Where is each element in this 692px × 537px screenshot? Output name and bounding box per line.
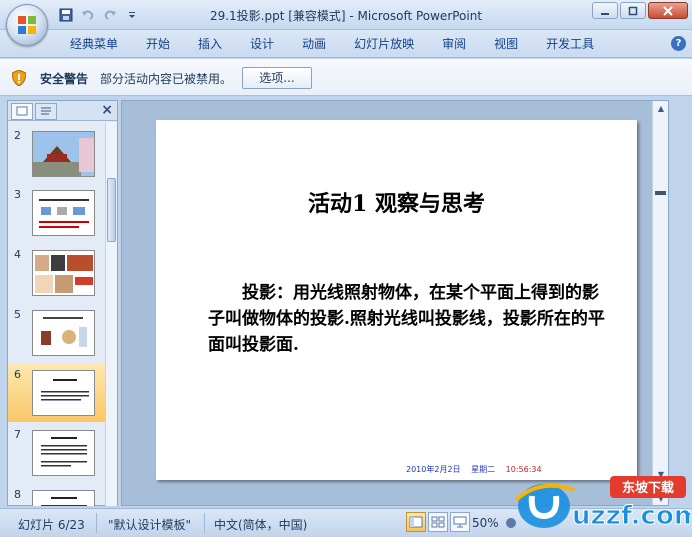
slide-preview <box>32 131 95 177</box>
normal-view-button[interactable] <box>406 512 426 532</box>
slide-number: 3 <box>14 188 21 201</box>
uzzf-watermark-logo: 东坡下载 uzzf.com <box>510 470 692 534</box>
view-buttons <box>406 512 470 532</box>
minimize-button[interactable] <box>592 2 618 19</box>
slide-preview <box>32 370 95 416</box>
slides-panel: × 2 3 4 5 6 7 8 <box>7 100 118 506</box>
tab-home[interactable]: 开始 <box>132 30 184 58</box>
footer-weekday: 星期二 <box>471 465 496 474</box>
slide-thumbnail-selected[interactable]: 6 <box>8 364 105 422</box>
close-icon <box>663 5 673 16</box>
slide-number: 6 <box>14 368 21 381</box>
slide-preview <box>32 250 95 296</box>
tab-view[interactable]: 视图 <box>480 30 532 58</box>
security-warning-title: 安全警告 <box>40 72 89 86</box>
restore-button[interactable] <box>620 2 646 19</box>
watermark-sub: 东坡下载 <box>622 480 674 496</box>
slide-number: 7 <box>14 428 21 441</box>
ribbon-tab-row: 经典菜单 开始 插入 设计 动画 幻灯片放映 审阅 视图 开发工具 ? <box>0 30 692 58</box>
status-separator <box>204 513 205 533</box>
slide-sorter-icon <box>431 516 445 528</box>
slide-thumbnail[interactable]: 2 <box>8 125 105 183</box>
help-icon[interactable]: ? <box>671 36 686 51</box>
tab-design[interactable]: 设计 <box>236 30 288 58</box>
theme-name[interactable]: "默认设计模板" <box>108 516 191 533</box>
slide-title[interactable]: 活动1 观察与思考 <box>156 186 637 218</box>
security-warning-bar: 安全警告 部分活动内容已被禁用。 选项... <box>0 59 692 96</box>
slide-number: 8 <box>14 488 21 501</box>
normal-view-icon <box>409 516 423 528</box>
slide-thumbnail[interactable]: 8 <box>8 484 105 506</box>
slide-thumbnail[interactable]: 5 <box>8 304 105 362</box>
tab-developer[interactable]: 开发工具 <box>532 30 608 58</box>
slide-show-icon <box>453 516 467 528</box>
slide-thumbnail[interactable]: 4 <box>8 244 105 302</box>
outline-view-icon <box>41 107 51 115</box>
slide-preview <box>32 490 95 506</box>
current-slide[interactable]: 活动1 观察与思考 投影：用光线照射物体，在某个平面上得到的影子叫做物体的投影.… <box>156 120 637 480</box>
tab-animations[interactable]: 动画 <box>288 30 340 58</box>
slide-preview <box>32 190 95 236</box>
slide-indicator: 幻灯片 6/23 <box>18 518 85 532</box>
slide-thumbnail[interactable]: 7 <box>8 424 105 482</box>
close-button[interactable] <box>648 2 688 19</box>
slides-tab[interactable] <box>11 103 33 120</box>
status-separator <box>96 513 97 533</box>
slide-thumbnails: 2 3 4 5 6 7 8 <box>8 122 105 506</box>
slide-thumbnail[interactable]: 3 <box>8 184 105 242</box>
security-warning-message: 部分活动内容已被禁用。 <box>100 72 233 86</box>
ribbon-tabs: 经典菜单 开始 插入 设计 动画 幻灯片放映 审阅 视图 开发工具 <box>56 30 608 58</box>
watermark-brand: uzzf.com <box>572 501 690 531</box>
slide-scrollbar[interactable]: ▲ ▼ ▲ ▼ <box>652 101 668 505</box>
slides-panel-tabs: × <box>8 101 117 121</box>
shield-icon <box>12 70 26 86</box>
tab-classic-menu[interactable]: 经典菜单 <box>56 30 132 58</box>
tab-slide-show[interactable]: 幻灯片放映 <box>340 30 428 58</box>
slide-number: 5 <box>14 308 21 321</box>
slide-sorter-button[interactable] <box>428 512 448 532</box>
close-panel-icon[interactable]: × <box>101 102 113 118</box>
language-indicator[interactable]: 中文(简体，中国) <box>214 516 307 533</box>
slide-preview <box>32 310 95 356</box>
office-logo-icon <box>18 16 36 34</box>
title-bar: 29.1投影.ppt [兼容模式] - Microsoft PowerPoint <box>0 0 692 30</box>
slide-preview <box>32 430 95 476</box>
scrollbar-thumb[interactable] <box>107 178 116 242</box>
minimize-icon <box>601 12 609 15</box>
slide-number: 2 <box>14 129 21 142</box>
footer-date: 2010年2月2日 <box>406 465 461 474</box>
slide-number: 4 <box>14 248 21 261</box>
tab-insert[interactable]: 插入 <box>184 30 236 58</box>
slide-body-text[interactable]: 投影：用光线照射物体，在某个平面上得到的影子叫做物体的投影.照射光线叫投影线，投… <box>208 280 608 358</box>
outline-tab[interactable] <box>35 103 57 120</box>
office-button[interactable] <box>6 4 48 46</box>
slides-panel-scrollbar[interactable] <box>105 122 117 506</box>
scrollbar-thumb[interactable] <box>655 191 666 195</box>
zoom-level[interactable]: 50% <box>472 516 499 530</box>
slides-view-icon <box>16 106 28 116</box>
slide-editor: 活动1 观察与思考 投影：用光线照射物体，在某个平面上得到的影子叫做物体的投影.… <box>121 100 669 506</box>
slide-show-button[interactable] <box>450 512 470 532</box>
window-controls <box>592 2 688 19</box>
restore-icon <box>628 6 638 15</box>
window-title: 29.1投影.ppt [兼容模式] - Microsoft PowerPoint <box>209 9 483 23</box>
options-button[interactable]: 选项... <box>242 67 312 89</box>
scroll-up-icon[interactable]: ▲ <box>653 101 669 115</box>
tab-review[interactable]: 审阅 <box>428 30 480 58</box>
